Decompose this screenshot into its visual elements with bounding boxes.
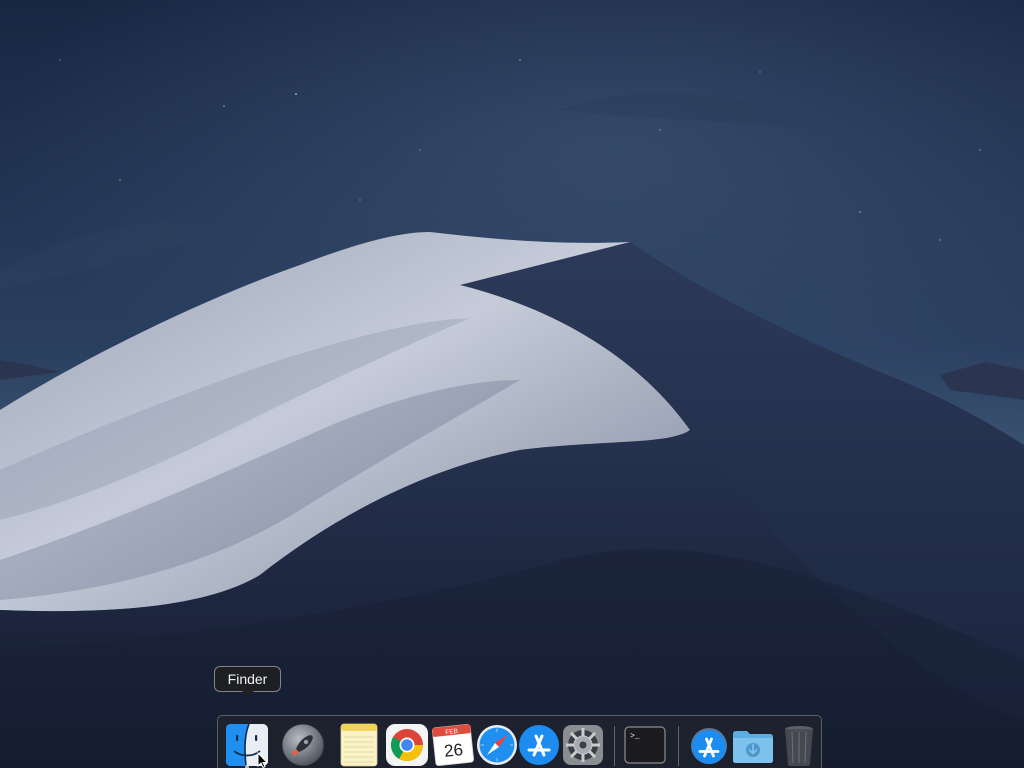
launchpad-rocket-icon[interactable] [280, 722, 326, 768]
notes-icon[interactable] [336, 722, 382, 768]
trash-icon[interactable] [776, 722, 822, 768]
app-store-icon[interactable] [516, 722, 562, 768]
dock-separator [614, 726, 615, 766]
dock-separator [678, 726, 679, 766]
terminal-prompt: >_ [630, 732, 640, 741]
chrome-icon[interactable] [384, 722, 430, 768]
dock: FEB 26 >_ [217, 715, 822, 768]
safari-compass-icon[interactable] [474, 722, 520, 768]
terminal-icon[interactable]: >_ [622, 722, 668, 768]
gear-icon[interactable] [560, 722, 606, 768]
calendar-day: 26 [443, 740, 464, 761]
calendar-icon[interactable]: FEB 26 [430, 722, 476, 768]
finder-icon[interactable] [224, 722, 270, 768]
desktop[interactable]: Finder FEB 26 >_ [0, 0, 1024, 768]
dock-tooltip: Finder [214, 666, 281, 692]
calendar-month: FEB [445, 728, 458, 736]
desktop-wallpaper [0, 0, 1024, 768]
app-store-stack-icon[interactable] [686, 722, 732, 768]
downloads-folder-icon[interactable] [730, 722, 776, 768]
dock-tooltip-tail [242, 691, 254, 698]
